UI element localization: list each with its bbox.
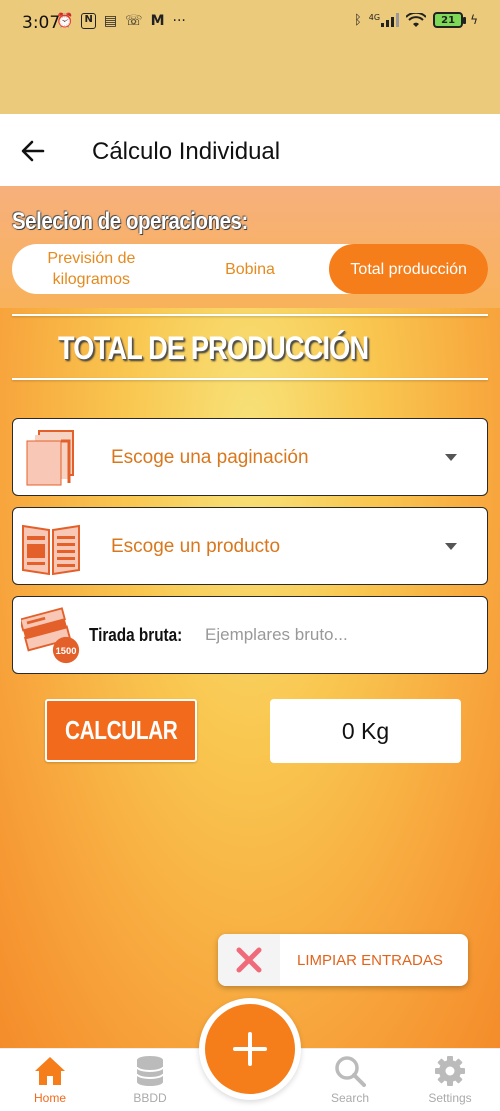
main-content: Selecion de operaciones: Previsión de ki…	[0, 186, 500, 1048]
result-display: 0 Kg	[270, 699, 461, 763]
network-type: 4G	[368, 13, 381, 22]
nav-bbdd[interactable]: BBDD	[120, 1055, 180, 1105]
chevron-down-icon	[445, 454, 457, 461]
status-time: 3:07	[22, 13, 61, 33]
news-icon: ▤	[103, 13, 118, 29]
status-bar: 3:07 ⏰ N ▤ ☏ M ··· ᛒ 4G 21 ϟ	[0, 0, 500, 114]
add-button[interactable]	[205, 1004, 295, 1094]
notification-icons: ⏰ N ▤ ☏ M ···	[56, 13, 186, 29]
fab-container	[199, 998, 301, 1100]
tab-bobina[interactable]: Bobina	[171, 244, 330, 294]
tirada-bruta-input[interactable]	[205, 617, 465, 653]
signal-bars-icon	[381, 13, 400, 27]
product-placeholder: Escoge un producto	[111, 536, 281, 557]
clear-inputs-label: LIMPIAR ENTRADAS	[297, 951, 443, 969]
charging-icon: ϟ	[470, 13, 478, 27]
home-icon	[35, 1057, 65, 1085]
nav-search[interactable]: Search	[320, 1055, 380, 1105]
operations-tabs: Previsión de kilogramos Bobina Total pro…	[12, 244, 489, 294]
back-button[interactable]	[16, 134, 50, 168]
divider-top	[12, 314, 488, 316]
gear-icon	[435, 1056, 465, 1086]
product-dropdown[interactable]: Escoge un producto	[12, 507, 488, 585]
page-title: Cálculo Individual	[92, 138, 281, 165]
signal-icon: 4G	[368, 13, 400, 27]
arrow-left-icon	[21, 140, 45, 162]
nav-home-label: Home	[33, 1091, 66, 1105]
nav-settings[interactable]: Settings	[420, 1055, 480, 1105]
operations-section: Selecion de operaciones: Previsión de ki…	[0, 186, 500, 308]
section-header: TOTAL DE PRODUCCIÓN	[12, 314, 488, 380]
battery-icon: 21	[433, 12, 467, 28]
calculate-label: CALCULAR	[64, 715, 178, 745]
operations-label: Selecion de operaciones:	[12, 208, 248, 235]
close-icon	[236, 947, 262, 973]
plus-icon	[233, 1032, 267, 1066]
nfc-icon: N	[81, 13, 96, 29]
database-icon	[136, 1056, 164, 1086]
nav-settings-label: Settings	[428, 1091, 472, 1105]
wifi-icon	[406, 12, 427, 27]
tab-total-produccion[interactable]: Total producción	[329, 244, 489, 294]
divider-bottom	[12, 378, 488, 380]
open-book-icon	[22, 524, 80, 576]
call-icon: ☏	[125, 13, 143, 29]
nav-bbdd-label: BBDD	[133, 1091, 167, 1105]
tab-prevision-kilogramos[interactable]: Previsión de kilogramos	[12, 244, 171, 294]
tirada-bruta-label: Tirada bruta:	[89, 625, 183, 645]
clear-icon-container	[218, 934, 280, 986]
search-icon	[335, 1056, 366, 1087]
stack-badge: 1500	[56, 646, 77, 656]
tirada-bruta-field: 1500 Tirada bruta:	[12, 596, 488, 674]
chevron-down-icon	[445, 543, 457, 550]
bluetooth-icon: ᛒ	[353, 12, 362, 28]
gmail-icon: M	[150, 13, 165, 29]
nav-home[interactable]: Home	[20, 1055, 80, 1105]
pages-icon	[26, 430, 74, 486]
section-title: TOTAL DE PRODUCCIÓN	[58, 330, 369, 366]
pagination-placeholder: Escoge una paginación	[111, 447, 309, 468]
app-bar: Cálculo Individual	[0, 114, 500, 186]
more-icon: ···	[172, 13, 186, 29]
status-right: ᛒ 4G 21 ϟ	[354, 12, 478, 28]
stack-1500-icon: 1500	[21, 607, 80, 664]
battery-level: 21	[441, 14, 456, 26]
calculate-button[interactable]: CALCULAR	[45, 699, 197, 762]
nav-search-label: Search	[330, 1091, 370, 1105]
alarm-icon: ⏰	[56, 13, 74, 29]
clear-inputs-button[interactable]: LIMPIAR ENTRADAS	[218, 934, 468, 986]
pagination-dropdown[interactable]: Escoge una paginación	[12, 418, 488, 496]
